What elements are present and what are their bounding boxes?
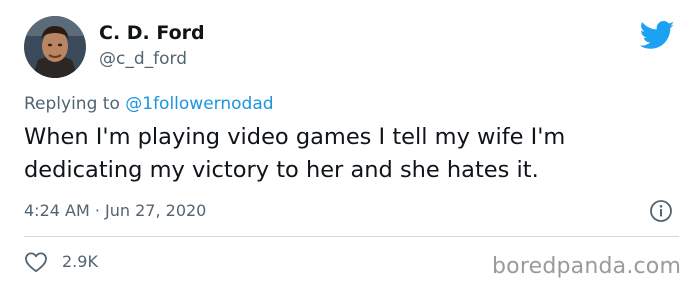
replying-prefix: Replying to [24, 94, 126, 114]
like-count[interactable]: 2.9K [62, 252, 98, 271]
author-name[interactable]: C. D. Ford [99, 22, 205, 44]
reply-mention-link[interactable]: @1followernodad [125, 94, 273, 114]
avatar-image [24, 16, 86, 78]
tweet-text: When I'm playing video games I tell my w… [24, 124, 566, 183]
tweet-timestamp[interactable]: 4:24 AM · Jun 27, 2020 [24, 201, 206, 220]
info-icon[interactable] [649, 199, 673, 223]
watermark: boredpanda.com [492, 254, 682, 279]
avatar[interactable] [24, 16, 86, 78]
twitter-bird-icon[interactable] [640, 21, 675, 50]
heart-icon[interactable] [24, 251, 48, 273]
divider [24, 236, 679, 237]
replying-to: Replying to @1followernodad [24, 94, 274, 114]
author-handle[interactable]: @c_d_ford [99, 49, 187, 69]
